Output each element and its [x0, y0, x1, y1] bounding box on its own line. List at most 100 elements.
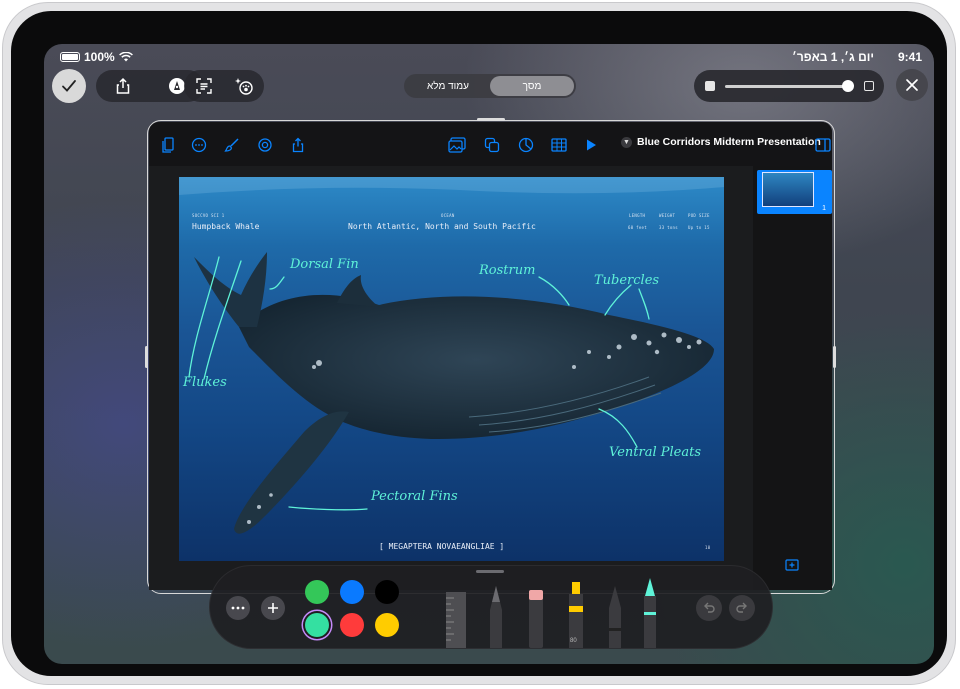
palette-add-button[interactable]: [261, 596, 285, 620]
keynote-window: ▼ Blue Corridors Midterm Presentation SO…: [149, 122, 832, 590]
slide-meta-center-small: OCEAN: [441, 213, 455, 218]
checkmark-icon: [62, 80, 76, 92]
sidebar-toggle-button[interactable]: [814, 136, 832, 154]
crop-handle-right[interactable]: [833, 346, 836, 368]
slide-meta-left-small: SOCCVO SCI 1: [192, 213, 225, 218]
sidebar-icon: [815, 138, 831, 152]
color-swatch-green[interactable]: [305, 580, 329, 604]
slide-stat-weight: 33 tons: [659, 225, 678, 230]
document-icon: [162, 137, 174, 153]
insert-shape-button[interactable]: [483, 136, 501, 154]
live-text-button[interactable]: [189, 71, 219, 101]
document-title-menu[interactable]: ▼ Blue Corridors Midterm Presentation: [621, 136, 821, 148]
slide-stat-pod-head: POD SIZE: [688, 213, 710, 218]
done-button[interactable]: [52, 69, 86, 103]
annotation-dorsal-fin: Dorsal Fin: [290, 257, 359, 272]
pen-tool[interactable]: [487, 584, 505, 648]
redo-icon: [736, 602, 747, 613]
play-button[interactable]: [582, 136, 600, 154]
visual-lookup-button[interactable]: [229, 71, 259, 101]
monoline-pen-tool-selected[interactable]: [641, 576, 659, 648]
redo-button[interactable]: [729, 595, 755, 621]
slide-canvas: SOCCVO SCI 1 Humpback Whale OCEAN North …: [149, 166, 753, 590]
close-icon: [906, 79, 918, 91]
share-keynote-button[interactable]: [289, 136, 307, 154]
slide-meta-left: Humpback Whale: [192, 222, 260, 231]
format-button[interactable]: [223, 136, 241, 154]
annotation-rostrum: Rostrum: [479, 263, 536, 278]
insert-table-button[interactable]: [550, 136, 568, 154]
animate-button[interactable]: [256, 136, 274, 154]
pie-chart-icon: [518, 137, 534, 153]
ruler-tool[interactable]: [442, 588, 470, 648]
plus-icon: [268, 603, 278, 613]
add-slide-button[interactable]: [785, 558, 799, 576]
document-button[interactable]: [160, 136, 178, 154]
slide-stat-pod: Up to 15: [688, 225, 710, 230]
opacity-min-icon: [705, 81, 715, 91]
highlighter-width: 80: [570, 638, 577, 644]
paw-sparkle-icon: [235, 78, 253, 95]
opacity-slider-thumb[interactable]: [842, 80, 854, 92]
opacity-max-icon: [864, 81, 874, 91]
plus-square-icon: [785, 559, 799, 571]
insert-media-button[interactable]: [448, 136, 466, 154]
share-icon: [292, 137, 304, 153]
ipad-bezel: 100% יום ג׳, 1 באפר׳ 9:41 עמוד מלא מסך ▼…: [11, 11, 947, 676]
color-swatch-red[interactable]: [340, 613, 364, 637]
slide-stat-length-head: LENGTH: [629, 213, 646, 218]
capture-mode-segmented-control: עמוד מלא מסך: [404, 74, 576, 98]
ellipsis-icon: [231, 606, 245, 610]
battery-percent: 100%: [84, 50, 115, 64]
color-swatch-black[interactable]: [375, 580, 399, 604]
undo-button[interactable]: [696, 595, 722, 621]
annotation-ventral-pleats: Ventral Pleats: [609, 445, 701, 460]
annotation-pectoral-fins: Pectoral Fins: [371, 489, 458, 504]
status-time: 9:41: [897, 50, 922, 64]
scan-tools-group: [184, 70, 264, 102]
status-date: יום ג׳, 1 באפר׳: [791, 50, 874, 64]
insert-chart-button[interactable]: [517, 136, 535, 154]
whale-tail: [194, 252, 267, 327]
eraser-tool[interactable]: [526, 584, 546, 648]
opacity-slider-track[interactable]: [725, 85, 849, 88]
more-button[interactable]: [190, 136, 208, 154]
slide-meta-center: North Atlantic, North and South Pacific: [348, 222, 536, 231]
status-bar: 100% יום ג׳, 1 באפר׳ 9:41: [44, 44, 934, 68]
paintbrush-icon: [224, 138, 239, 152]
battery-indicator: 100%: [60, 50, 133, 64]
play-icon: [587, 139, 596, 151]
slide-thumbnail-number: 1: [822, 205, 826, 212]
slide-stat-weight-head: WEIGHT: [659, 213, 676, 218]
document-title: Blue Corridors Midterm Presentation: [637, 136, 821, 148]
live-text-icon: [196, 78, 212, 94]
color-swatch-mint-selected[interactable]: [305, 613, 329, 637]
crop-handle-top[interactable]: [477, 118, 505, 121]
ipad-device: 100% יום ג׳, 1 באפר׳ 9:41 עמוד מלא מסך ▼…: [2, 2, 956, 685]
color-swatch-yellow[interactable]: [375, 613, 399, 637]
annotation-flukes: Flukes: [183, 375, 227, 390]
palette-grabber[interactable]: [476, 570, 504, 573]
close-button[interactable]: [896, 69, 928, 101]
segment-full-page[interactable]: עמוד מלא: [406, 76, 490, 96]
slide-thumbnail-1[interactable]: 1: [757, 170, 832, 214]
keynote-toolbar: ▼ Blue Corridors Midterm Presentation: [149, 122, 832, 166]
undo-icon: [704, 602, 715, 613]
table-icon: [551, 138, 567, 152]
palette-more-button[interactable]: [226, 596, 250, 620]
slide-stat-length: 60 feet: [628, 225, 647, 230]
slide-thumbnail-image: [762, 172, 814, 207]
shapes-icon: [484, 137, 500, 153]
segment-screen[interactable]: מסך: [490, 76, 574, 96]
markup-tool-palette: 80: [209, 565, 773, 649]
slide-navigator: 1: [753, 166, 832, 590]
fountain-pen-tool[interactable]: [606, 584, 624, 648]
slide[interactable]: SOCCVO SCI 1 Humpback Whale OCEAN North …: [179, 177, 724, 561]
slide-scientific-name: [ MEGAPTERA NOVAEANGLIAE ]: [379, 542, 505, 551]
share-button[interactable]: [108, 71, 138, 101]
battery-icon: [60, 52, 80, 62]
screen: 100% יום ג׳, 1 באפר׳ 9:41 עמוד מלא מסך ▼…: [44, 44, 934, 664]
whale-dorsal: [337, 275, 379, 307]
color-swatch-blue[interactable]: [340, 580, 364, 604]
crop-handle-left[interactable]: [145, 346, 148, 368]
